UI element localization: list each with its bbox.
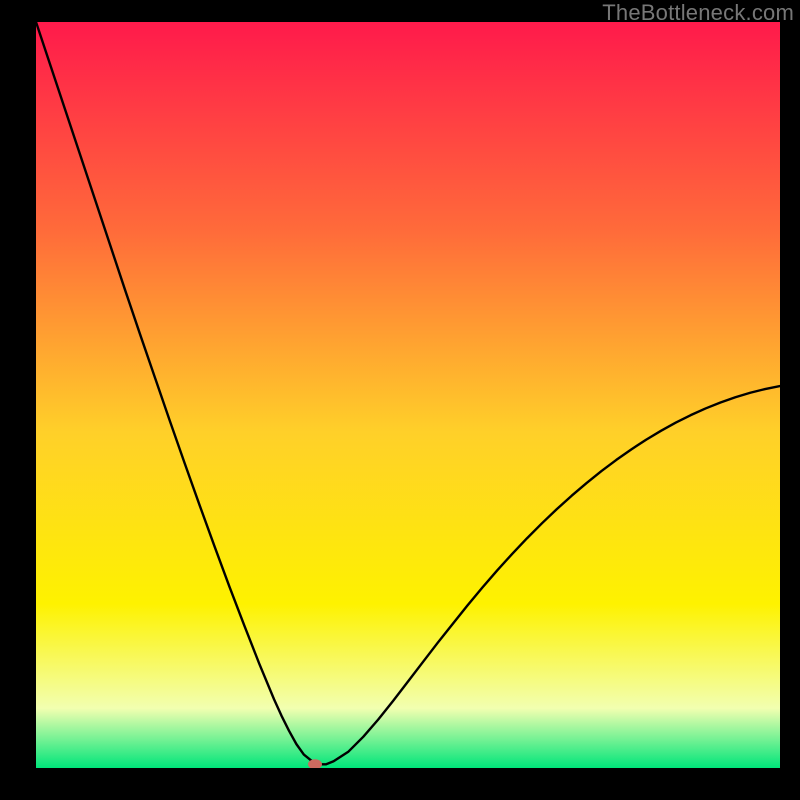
watermark-text: TheBottleneck.com [602, 0, 794, 26]
gradient-background [36, 22, 780, 768]
bottleneck-chart [36, 22, 780, 768]
chart-frame: TheBottleneck.com [0, 0, 800, 800]
